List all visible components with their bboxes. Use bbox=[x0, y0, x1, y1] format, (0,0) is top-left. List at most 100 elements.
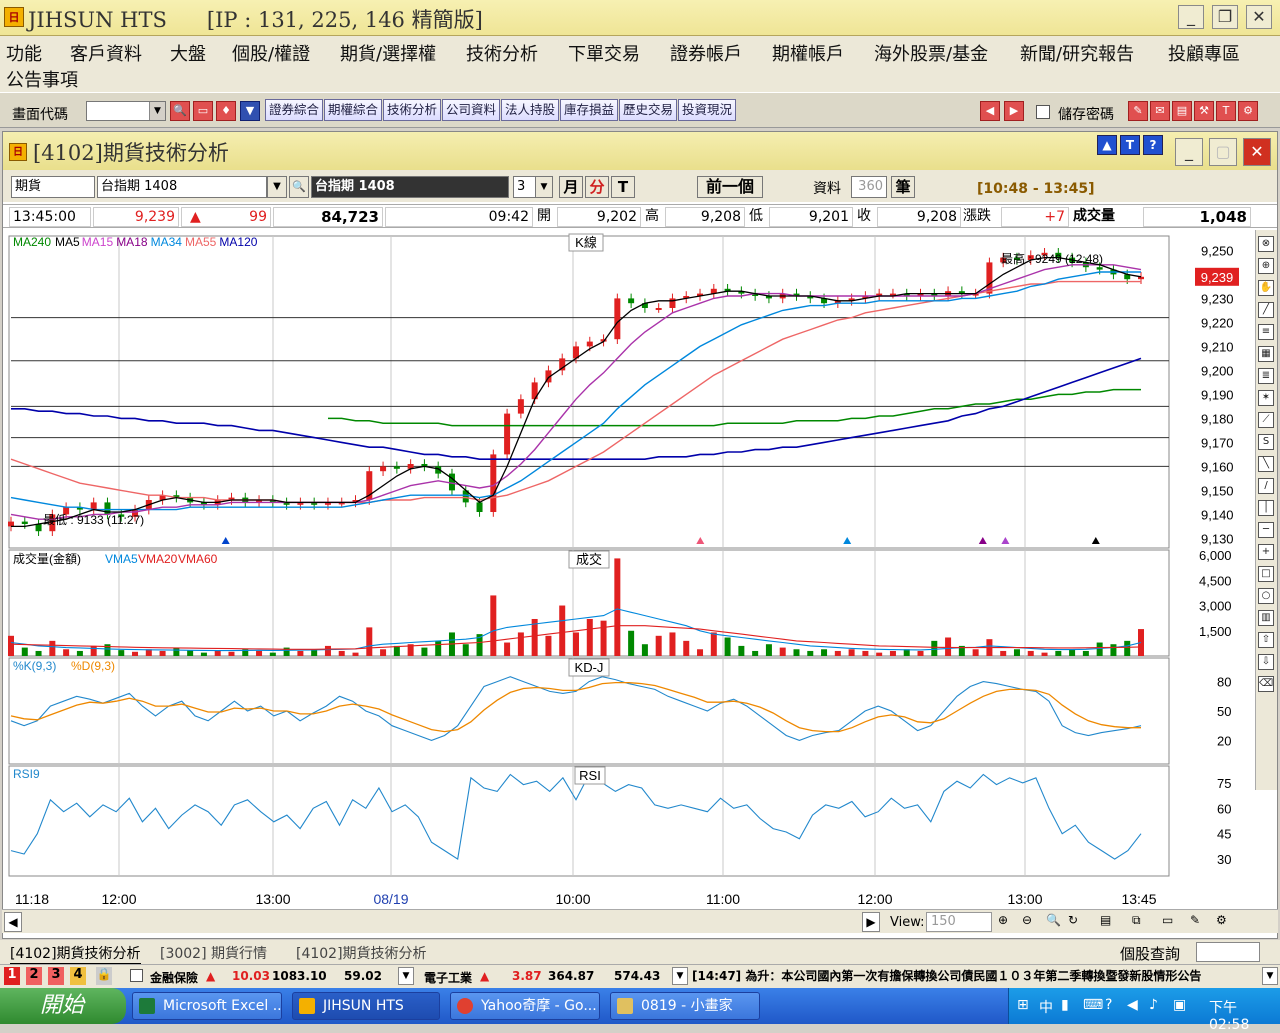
back-arrow-icon[interactable]: ◀ bbox=[980, 101, 1000, 121]
slash-icon[interactable]: / bbox=[1258, 478, 1274, 494]
crosshair-icon[interactable]: ⊕ bbox=[1258, 258, 1274, 274]
chevron-down-icon[interactable]: ▼ bbox=[149, 102, 165, 120]
ticker-dropdown-icon[interactable]: ▼ bbox=[398, 967, 414, 985]
tool-icon[interactable]: ♦ bbox=[216, 101, 236, 121]
chart-up-button[interactable]: ▲ bbox=[1097, 135, 1117, 155]
stock-query-input[interactable] bbox=[1196, 942, 1260, 962]
menu-item[interactable]: 功能 bbox=[6, 40, 42, 66]
interval-dropdown-icon[interactable]: ▼ bbox=[535, 176, 553, 198]
speaker-icon[interactable]: ♪ bbox=[1149, 997, 1158, 1013]
tab-history[interactable]: 歷史交易 bbox=[619, 99, 677, 121]
technical-chart[interactable]: 11:18 12:00 13:00 08/19 10:00 11:00 12:00 13:00… bbox=[3, 230, 1255, 906]
tab-futures-summary[interactable]: 期權綜合 bbox=[324, 99, 382, 121]
clear-icon[interactable]: ⊗ bbox=[1258, 236, 1274, 252]
trendline-icon[interactable]: ╱ bbox=[1258, 302, 1274, 318]
previous-button[interactable]: 前一個 bbox=[697, 176, 763, 198]
mail-icon[interactable]: ✉ bbox=[1150, 101, 1170, 121]
save-password-checkbox[interactable] bbox=[1036, 105, 1050, 119]
doc-tab[interactable]: [4102]期貨技術分析 bbox=[10, 943, 141, 964]
screen-code-combo[interactable]: ▼ bbox=[86, 101, 166, 121]
menu-item[interactable]: 海外股票/基金 bbox=[874, 40, 988, 66]
menu-item[interactable]: 個股/權證 bbox=[232, 40, 310, 66]
search-icon[interactable]: 🔍 bbox=[289, 176, 309, 198]
indicator-icon[interactable]: ▤ bbox=[1100, 913, 1118, 931]
eraser-icon[interactable]: ⌫ bbox=[1258, 676, 1274, 692]
tab-company-info[interactable]: 公司資料 bbox=[442, 99, 500, 121]
tab-investment[interactable]: 投資現況 bbox=[678, 99, 736, 121]
page-2-button[interactable]: 2 bbox=[26, 967, 42, 985]
taskbar-item-excel[interactable]: Microsoft Excel ... bbox=[132, 992, 282, 1020]
menu-item[interactable]: 下單交易 bbox=[568, 40, 640, 66]
menu-item[interactable]: 新聞/研究報告 bbox=[1020, 40, 1134, 66]
tab-institutional[interactable]: 法人持股 bbox=[501, 99, 559, 121]
ray-icon[interactable]: ⟋ bbox=[1258, 412, 1274, 428]
edit-icon[interactable]: ✎ bbox=[1128, 101, 1148, 121]
text-toggle-button[interactable]: T bbox=[1120, 135, 1140, 155]
language-icon[interactable]: 中 bbox=[1039, 997, 1053, 1017]
start-button[interactable]: 開始 bbox=[0, 988, 126, 1024]
refresh-icon[interactable]: ↻ bbox=[1068, 913, 1086, 931]
window-icon[interactable]: ▭ bbox=[193, 101, 213, 121]
minute-button[interactable]: 分 bbox=[585, 176, 609, 198]
back-icon[interactable]: ◀ bbox=[1127, 997, 1138, 1013]
keyboard-icon[interactable]: ⌨ bbox=[1083, 997, 1103, 1013]
up-icon[interactable]: ⇧ bbox=[1258, 632, 1274, 648]
rect-icon[interactable]: □ bbox=[1258, 566, 1274, 582]
vline-icon[interactable]: │ bbox=[1258, 500, 1274, 516]
text-icon[interactable]: T bbox=[1216, 101, 1236, 121]
gear-icon[interactable]: ⚙ bbox=[1216, 913, 1234, 931]
monitor-icon[interactable]: ▣ bbox=[1173, 997, 1186, 1013]
maximize-button[interactable]: ❐ bbox=[1212, 5, 1238, 29]
product-dropdown-icon[interactable]: ▼ bbox=[267, 176, 287, 198]
dropdown-icon[interactable]: ▼ bbox=[240, 101, 260, 121]
news-ticker[interactable]: [14:47] 為升：本公司國內第一次有擔保轉換公司債民國１０３年第二季轉換暨發… bbox=[692, 967, 1258, 987]
window-close-button[interactable]: ✕ bbox=[1243, 138, 1271, 166]
scroll-left-icon[interactable]: ◀ bbox=[4, 912, 22, 932]
ticker-dropdown-icon[interactable]: ▼ bbox=[672, 967, 688, 985]
pencil-icon[interactable]: ✎ bbox=[1190, 913, 1208, 931]
menu-item-announcement[interactable]: 公告事項 bbox=[6, 66, 78, 92]
page-3-button[interactable]: 3 bbox=[48, 967, 64, 985]
market-field[interactable]: 期貨 bbox=[11, 176, 95, 198]
print-icon[interactable]: ▤ bbox=[1172, 101, 1192, 121]
minimize-button[interactable]: _ bbox=[1178, 5, 1204, 29]
window-icon[interactable]: ▭ bbox=[1162, 913, 1180, 931]
lock-icon[interactable]: 🔒 bbox=[96, 967, 112, 985]
forward-arrow-icon[interactable]: ▶ bbox=[1004, 101, 1024, 121]
menu-item[interactable]: 期貨/選擇權 bbox=[340, 40, 436, 66]
down-icon[interactable]: ⇩ bbox=[1258, 654, 1274, 670]
menu-item[interactable]: 技術分析 bbox=[466, 40, 538, 66]
search-icon[interactable]: 🔍 bbox=[170, 101, 190, 121]
menu-item[interactable]: 投顧專區 bbox=[1168, 40, 1240, 66]
copy-icon[interactable]: ⧉ bbox=[1132, 913, 1150, 931]
hand-icon[interactable]: ✋ bbox=[1258, 280, 1274, 296]
doc-tab[interactable]: [3002] 期貨行情 bbox=[160, 943, 267, 963]
magnify-icon[interactable]: 🔍 bbox=[1046, 913, 1064, 931]
speed-icon[interactable]: S bbox=[1258, 434, 1274, 450]
menu-item[interactable]: 證券帳戶 bbox=[670, 40, 742, 66]
menu-item[interactable]: 期權帳戶 bbox=[772, 40, 844, 66]
page-4-button[interactable]: 4 bbox=[70, 967, 86, 985]
ime-icon[interactable]: ▮ bbox=[1061, 997, 1069, 1013]
ellipse-icon[interactable]: ○ bbox=[1258, 588, 1274, 604]
tab-securities-summary[interactable]: 證券綜合 bbox=[265, 99, 323, 121]
grid-icon[interactable]: ▦ bbox=[1258, 346, 1274, 362]
window-maximize-button[interactable]: ▢ bbox=[1209, 138, 1237, 166]
taskbar-item-paint[interactable]: 0819 - 小畫家 bbox=[610, 992, 760, 1020]
menu-item[interactable]: 大盤 bbox=[170, 40, 206, 66]
doc-tab[interactable]: [4102]期貨技術分析 bbox=[296, 943, 427, 963]
window-minimize-button[interactable]: _ bbox=[1175, 138, 1203, 166]
ticker-checkbox[interactable] bbox=[130, 969, 143, 982]
help-icon[interactable]: ? bbox=[1105, 997, 1112, 1013]
page-1-button[interactable]: 1 bbox=[4, 967, 20, 985]
view-field[interactable]: 150 bbox=[926, 912, 992, 932]
tick-button[interactable]: T bbox=[611, 176, 635, 198]
help-button[interactable]: ? bbox=[1143, 135, 1163, 155]
chart-scrollbar[interactable]: ◀ ▶ View: 150 ⊕ ⊖ 🔍 ↻ ▤ ⧉ ▭ ✎ ⚙ bbox=[2, 909, 1278, 933]
tab-inventory-pnl[interactable]: 庫存損益 bbox=[560, 99, 618, 121]
tab-technical-analysis[interactable]: 技術分析 bbox=[383, 99, 441, 121]
cross-icon[interactable]: + bbox=[1258, 544, 1274, 560]
zoom-out-icon[interactable]: ⊖ bbox=[1022, 913, 1040, 931]
data-count-field[interactable]: 360 bbox=[851, 176, 887, 198]
news-dropdown-icon[interactable]: ▼ bbox=[1262, 967, 1278, 985]
